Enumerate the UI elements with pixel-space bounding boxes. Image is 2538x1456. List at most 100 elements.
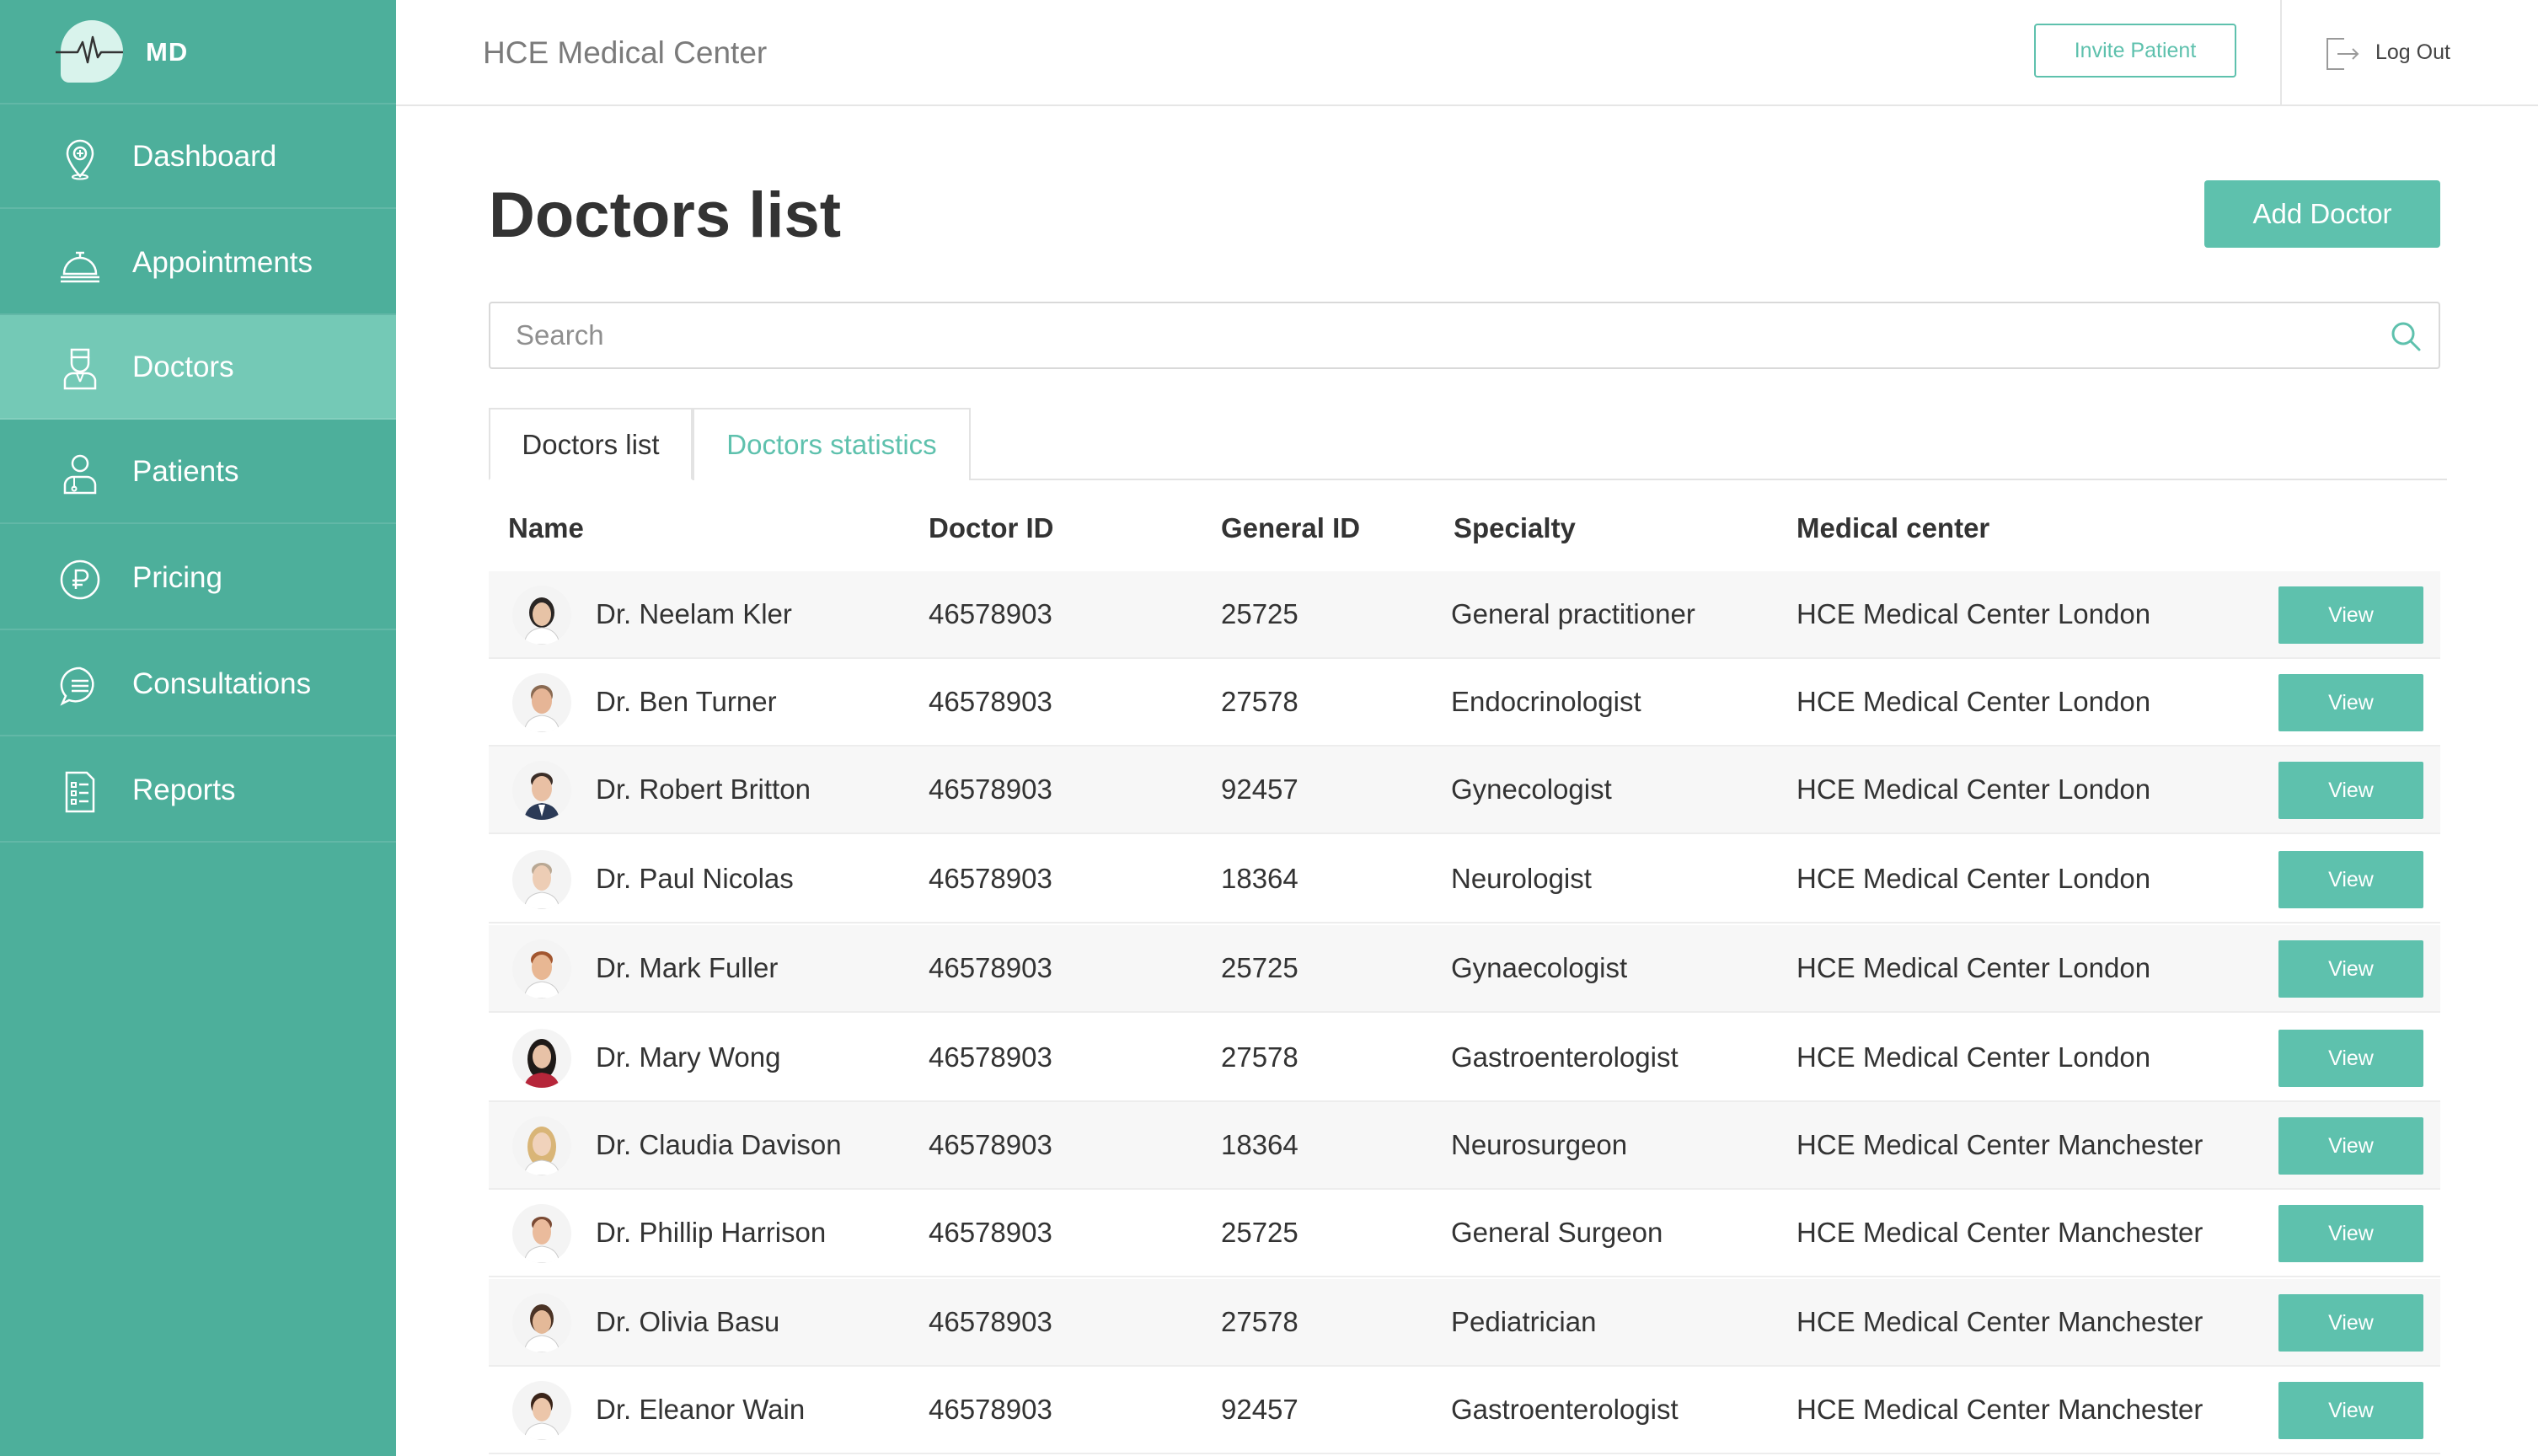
medical-center: HCE Medical Center Manchester <box>1796 1394 2203 1425</box>
column-header-general-id: General ID <box>1221 512 1361 543</box>
doctor-avatar <box>512 761 571 820</box>
specialty: Gastroenterologist <box>1451 1041 1679 1073</box>
general-id: 27578 <box>1221 1041 1298 1073</box>
general-id: 18364 <box>1221 1129 1298 1160</box>
view-button[interactable]: View <box>2278 1294 2423 1352</box>
specialty: Neurologist <box>1451 863 1592 894</box>
location-pin-icon <box>66 139 94 180</box>
general-id: 92457 <box>1221 1394 1298 1425</box>
page-title: Doctors list <box>489 179 842 251</box>
doctor-id: 46578903 <box>929 1041 1052 1073</box>
general-id: 25725 <box>1221 598 1298 629</box>
doctor-name: Dr. Neelam Kler <box>596 598 792 629</box>
doctor-id: 46578903 <box>929 1306 1052 1337</box>
service-bell-icon <box>61 251 99 283</box>
doctor-name: Dr. Claudia Davison <box>596 1129 842 1160</box>
table-row[interactable]: Dr. Mary Wong 46578903 27578 Gastroenter… <box>489 1014 2440 1102</box>
search-icon[interactable] <box>2388 318 2423 354</box>
search-input[interactable] <box>516 317 2369 354</box>
view-button[interactable]: View <box>2278 851 2423 908</box>
table-row[interactable]: Dr. Paul Nicolas 46578903 18364 Neurolog… <box>489 836 2440 923</box>
doctor-avatar <box>512 1029 571 1088</box>
view-button[interactable]: View <box>2278 1030 2423 1087</box>
tab-doctors-statistics[interactable]: Doctors statistics <box>693 408 971 480</box>
sidebar-item-consultations[interactable]: Consultations <box>0 632 396 736</box>
column-header-name: Name <box>508 512 584 543</box>
column-header-doctor-id: Doctor ID <box>929 512 1054 543</box>
doctor-name: Dr. Phillip Harrison <box>596 1217 827 1248</box>
specialty: Pediatrician <box>1451 1306 1597 1337</box>
specialty: Gynaecologist <box>1451 952 1628 983</box>
logout-label: Log Out <box>2375 40 2450 64</box>
table-row[interactable]: Dr. Mark Fuller 46578903 25725 Gynaecolo… <box>489 925 2440 1013</box>
table-row[interactable]: Dr. Phillip Harrison 46578903 25725 Gene… <box>489 1190 2440 1277</box>
sidebar: MD Dashboard Appointments Doctors Patien… <box>0 0 396 1456</box>
view-button[interactable]: View <box>2278 940 2423 998</box>
doctor-avatar <box>512 850 571 909</box>
general-id: 25725 <box>1221 1217 1298 1248</box>
doctor-id: 46578903 <box>929 952 1052 983</box>
logo-badge <box>56 20 123 83</box>
medical-center: HCE Medical Center London <box>1796 863 2151 894</box>
table-row[interactable]: Dr. Eleanor Wain 46578903 92457 Gastroen… <box>489 1367 2440 1454</box>
sidebar-item-appointments[interactable]: Appointments <box>0 211 396 315</box>
view-button[interactable]: View <box>2278 586 2423 644</box>
general-id: 27578 <box>1221 1306 1298 1337</box>
specialty: General Surgeon <box>1451 1217 1663 1248</box>
medical-center: HCE Medical Center London <box>1796 774 2151 805</box>
sidebar-item-pricing[interactable]: Pricing <box>0 526 396 630</box>
doctor-avatar <box>512 1293 571 1352</box>
doctor-id: 46578903 <box>929 598 1052 629</box>
logo-text: MD <box>146 37 189 67</box>
medical-center: HCE Medical Center London <box>1796 686 2151 717</box>
view-button[interactable]: View <box>2278 762 2423 819</box>
medical-center: HCE Medical Center Manchester <box>1796 1306 2203 1337</box>
specialty: Endocrinologist <box>1451 686 1641 717</box>
invite-patient-button[interactable]: Invite Patient <box>2034 24 2236 78</box>
doctor-name: Dr. Olivia Basu <box>596 1306 780 1337</box>
doctor-id: 46578903 <box>929 1129 1052 1160</box>
sidebar-item-label: Pricing <box>132 561 222 594</box>
sidebar-item-reports[interactable]: Reports <box>0 738 396 843</box>
sidebar-item-dashboard[interactable]: Dashboard <box>0 104 396 209</box>
doctor-id: 46578903 <box>929 686 1052 717</box>
doctor-id: 46578903 <box>929 774 1052 805</box>
column-header-medical-center: Medical center <box>1796 512 1990 543</box>
ruble-coin-icon <box>60 559 100 600</box>
table-row[interactable]: Dr. Claudia Davison 46578903 18364 Neuro… <box>489 1102 2440 1190</box>
header-title: HCE Medical Center <box>483 35 768 70</box>
general-id: 92457 <box>1221 774 1298 805</box>
table-row[interactable]: Dr. Neelam Kler 46578903 25725 General p… <box>489 571 2440 659</box>
doctor-id: 46578903 <box>929 1217 1052 1248</box>
view-button[interactable]: View <box>2278 1117 2423 1175</box>
logout-icon <box>2326 38 2359 70</box>
view-button[interactable]: View <box>2278 674 2423 731</box>
doctor-name: Dr. Eleanor Wain <box>596 1394 806 1425</box>
top-header: HCE Medical Center Invite Patient Log Ou… <box>396 0 2538 106</box>
table-row[interactable]: Dr. Robert Britton 46578903 92457 Gyneco… <box>489 747 2440 834</box>
sidebar-item-label: Patients <box>132 455 239 488</box>
medical-center: HCE Medical Center London <box>1796 598 2151 629</box>
add-doctor-button[interactable]: Add Doctor <box>2204 180 2440 248</box>
doctor-avatar <box>512 939 571 998</box>
doctor-avatar <box>512 586 571 645</box>
doctor-name: Dr. Ben Turner <box>596 686 777 717</box>
sidebar-item-doctors[interactable]: Doctors <box>0 315 396 420</box>
specialty: General practitioner <box>1451 598 1695 629</box>
doctor-avatar <box>512 1204 571 1263</box>
heartbeat-icon <box>56 35 123 64</box>
doctor-name: Dr. Paul Nicolas <box>596 863 794 894</box>
view-button[interactable]: View <box>2278 1205 2423 1262</box>
sidebar-item-label: Consultations <box>132 667 312 700</box>
patient-icon <box>63 454 97 495</box>
doctor-icon <box>63 348 97 390</box>
table-row[interactable]: Dr. Olivia Basu 46578903 27578 Pediatric… <box>489 1279 2440 1367</box>
table-row[interactable]: Dr. Ben Turner 46578903 27578 Endocrinol… <box>489 659 2440 747</box>
medical-center: HCE Medical Center Manchester <box>1796 1129 2203 1160</box>
general-id: 27578 <box>1221 686 1298 717</box>
sidebar-item-patients[interactable]: Patients <box>0 420 396 524</box>
medical-center: HCE Medical Center London <box>1796 952 2151 983</box>
view-button[interactable]: View <box>2278 1382 2423 1439</box>
logo[interactable]: MD <box>0 0 396 104</box>
tab-doctors-list[interactable]: Doctors list <box>489 408 693 480</box>
